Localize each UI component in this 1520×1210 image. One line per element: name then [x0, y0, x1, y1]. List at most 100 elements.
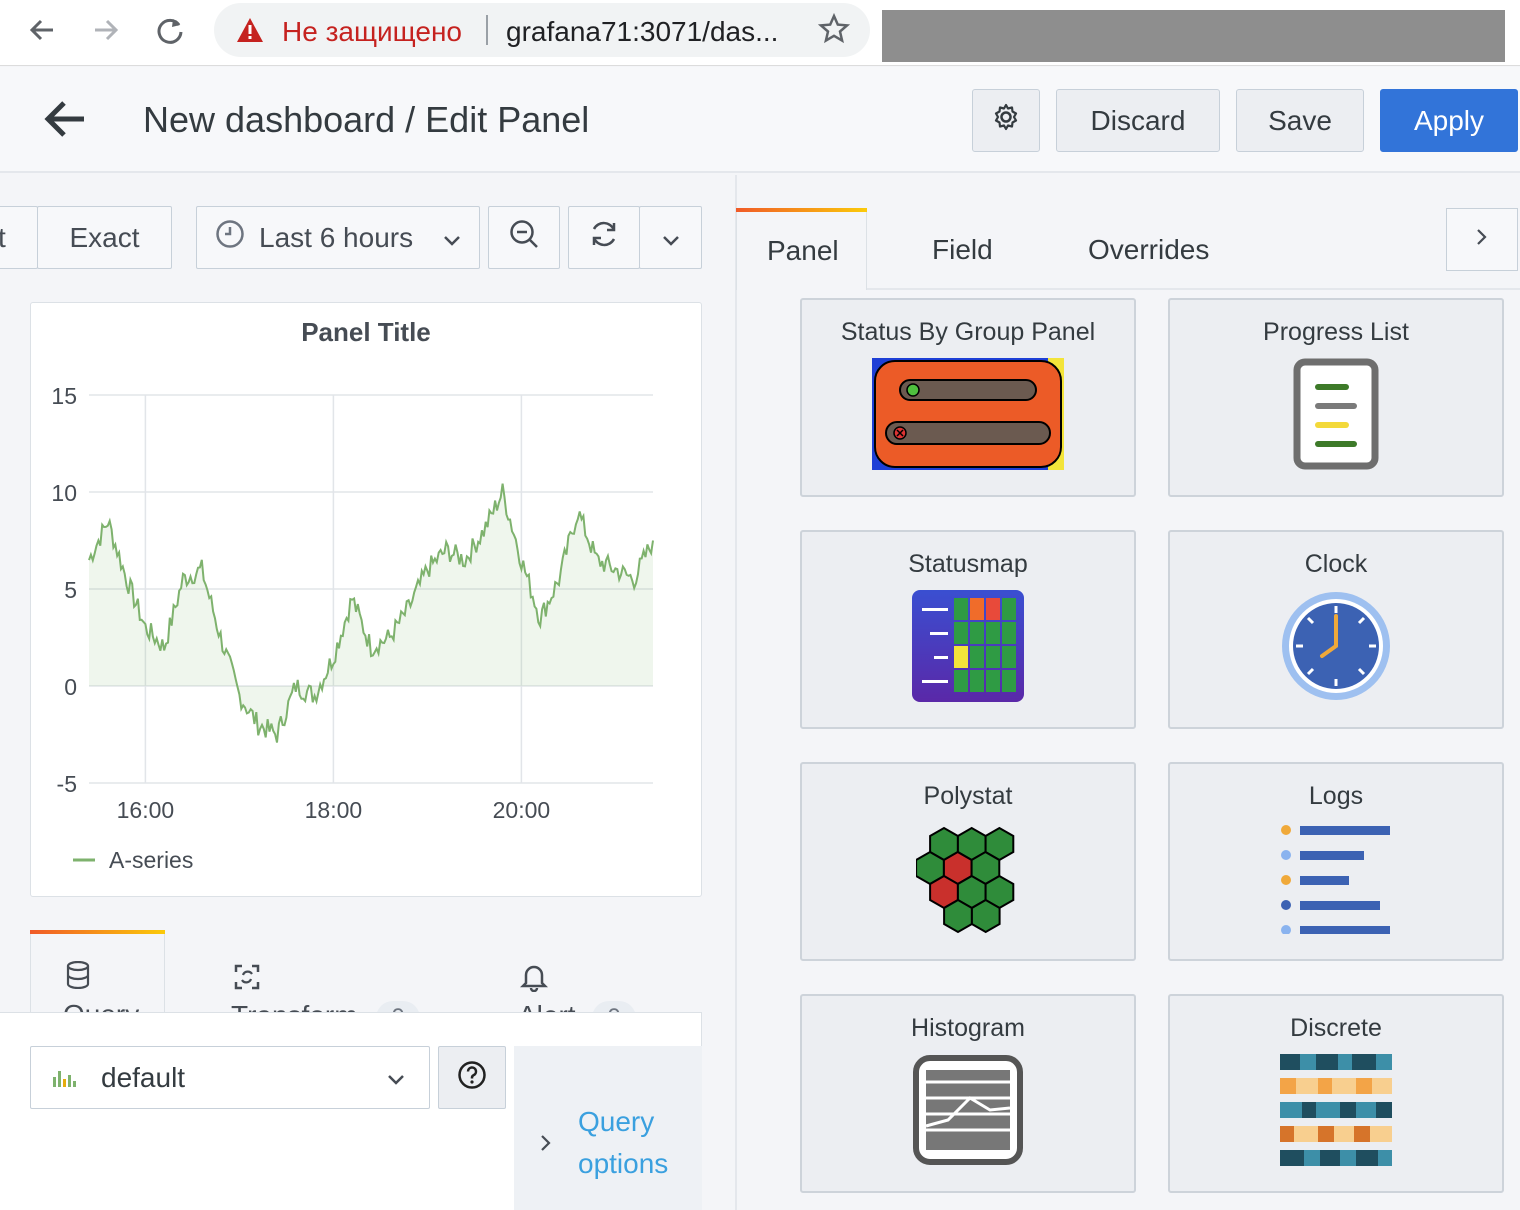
discrete-segment	[1332, 1078, 1356, 1094]
query-options-label-line1: Query	[578, 1106, 655, 1137]
chevron-down-icon	[443, 222, 461, 254]
y-tick-label: 10	[51, 480, 77, 506]
discrete-segment	[1280, 1102, 1302, 1118]
viz-card-polystat[interactable]: Polystat	[800, 762, 1136, 961]
save-button[interactable]: Save	[1236, 89, 1364, 152]
y-tick-label: 15	[51, 383, 77, 409]
discrete-segment	[1378, 1150, 1392, 1166]
discrete-segment	[1304, 1150, 1320, 1166]
security-status[interactable]: Не защищено	[282, 16, 462, 48]
time-series-chart: 15 10 5 0 -5 16:00 18:00 20:00 A-series	[51, 383, 654, 873]
clock-small-icon	[215, 219, 245, 256]
discrete-segment	[1376, 1054, 1392, 1070]
discrete-segment	[1376, 1102, 1392, 1118]
time-range-picker[interactable]: Last 6 hours	[196, 206, 480, 269]
statusmap-cell	[986, 622, 1000, 644]
discrete-segment	[1318, 1078, 1332, 1094]
viz-card-clock[interactable]: Clock	[1168, 530, 1504, 729]
statusmap-cell	[1002, 646, 1016, 668]
status-by-group-icon	[872, 358, 1064, 475]
exact-label: Exact	[69, 221, 140, 253]
edit-panel-header: New dashboard / Edit Panel Discard Save …	[0, 67, 1520, 173]
viz-card-progress-list[interactable]: Progress List	[1168, 298, 1504, 497]
query-options-label-line2: options	[578, 1148, 669, 1179]
page-title: New dashboard / Edit Panel	[143, 99, 590, 140]
viz-card-discrete[interactable]: Discrete	[1168, 994, 1504, 1193]
discrete-segment	[1340, 1150, 1356, 1166]
bell-icon	[519, 962, 549, 997]
discrete-segment	[1280, 1126, 1294, 1142]
discrete-segment	[1370, 1126, 1392, 1142]
refresh-button[interactable]	[568, 206, 640, 269]
viz-card-status-by-group[interactable]: Status By Group Panel	[800, 298, 1136, 497]
viz-card-histogram[interactable]: Histogram	[800, 994, 1136, 1193]
refresh-interval-dropdown[interactable]	[639, 206, 702, 269]
viz-card-label: Status By Group Panel	[840, 318, 1096, 346]
viz-card-label: Polystat	[923, 782, 1013, 810]
chevron-right-icon	[540, 1134, 552, 1157]
query-options-toggle[interactable]: Query options	[514, 1046, 702, 1210]
statusmap-cell	[970, 622, 984, 644]
statusmap-cell	[1002, 670, 1016, 692]
statusmap-cell	[954, 622, 968, 644]
tab-overrides[interactable]: Overrides	[1088, 234, 1209, 266]
forward-nav-icon[interactable]	[86, 10, 126, 50]
warning-icon	[236, 17, 264, 48]
gear-icon	[991, 102, 1021, 139]
tab-query[interactable]: Query	[30, 930, 165, 1015]
tab-panel[interactable]: Panel	[736, 208, 867, 290]
panel-settings-button[interactable]	[972, 89, 1040, 152]
x-tick-label: 18:00	[305, 797, 363, 823]
datasource-picker[interactable]: default	[30, 1046, 430, 1109]
statusmap-cell	[986, 598, 1000, 620]
zoom-out-button[interactable]	[488, 206, 560, 269]
scroll-tabs-right-button[interactable]	[1446, 208, 1518, 271]
time-range-label: Last 6 hours	[259, 221, 414, 253]
tab-field[interactable]: Field	[932, 234, 993, 266]
chevron-right-icon	[1476, 228, 1488, 251]
viz-card-label: Progress List	[1263, 318, 1409, 346]
discrete-segment	[1356, 1078, 1372, 1094]
cut-off-toggle[interactable]: t	[0, 206, 38, 269]
discrete-segment	[1356, 1150, 1378, 1166]
viz-card-label: Logs	[1308, 782, 1364, 810]
panel-preview[interactable]: Panel Title 15 10 5 0 -5 16:00 18:00 20:00 A-ser…	[30, 302, 702, 897]
bookmark-star-icon[interactable]	[817, 12, 851, 50]
statusmap-cell	[970, 598, 984, 620]
transform-icon	[232, 962, 262, 997]
statusmap-cell	[986, 646, 1000, 668]
back-nav-icon[interactable]	[22, 10, 62, 50]
viz-card-statusmap[interactable]: Statusmap	[800, 530, 1136, 729]
statusmap-icon	[912, 590, 1024, 707]
tab-panel-label: Panel	[767, 235, 839, 266]
viz-card-label: Clock	[1304, 550, 1368, 578]
discrete-segment	[1338, 1054, 1352, 1070]
back-arrow-icon[interactable]	[44, 99, 86, 144]
y-tick-label: -5	[57, 771, 77, 797]
discrete-icon	[1280, 1054, 1392, 1171]
clock-icon	[1280, 590, 1392, 707]
browser-toolbar: Не защищено grafana71:3071/das...	[0, 0, 1520, 66]
active-tab-indicator	[736, 208, 867, 212]
statusmap-cell	[1002, 622, 1016, 644]
apply-button[interactable]: Apply	[1380, 89, 1518, 152]
viz-card-label: Statusmap	[908, 550, 1028, 578]
polystat-hex	[970, 898, 1001, 934]
zoom-out-icon	[508, 218, 540, 257]
discard-button[interactable]: Discard	[1056, 89, 1220, 152]
x-tick-label: 16:00	[117, 797, 175, 823]
question-icon	[457, 1060, 487, 1095]
datasource-help-button[interactable]	[438, 1046, 506, 1109]
reload-icon[interactable]	[150, 10, 190, 50]
url-text[interactable]: grafana71:3071/das...	[506, 16, 778, 48]
discrete-segment	[1334, 1126, 1354, 1142]
database-icon	[65, 960, 91, 994]
datasource-name: default	[101, 1062, 186, 1093]
redacted-area	[882, 10, 1505, 62]
address-bar[interactable]: Не защищено grafana71:3071/das...	[214, 3, 870, 57]
exact-toggle[interactable]: Exact	[37, 206, 172, 269]
viz-card-logs[interactable]: Logs	[1168, 762, 1504, 961]
statusmap-cell	[1002, 598, 1016, 620]
discrete-segment	[1280, 1078, 1296, 1094]
polystat-hex	[943, 898, 973, 934]
